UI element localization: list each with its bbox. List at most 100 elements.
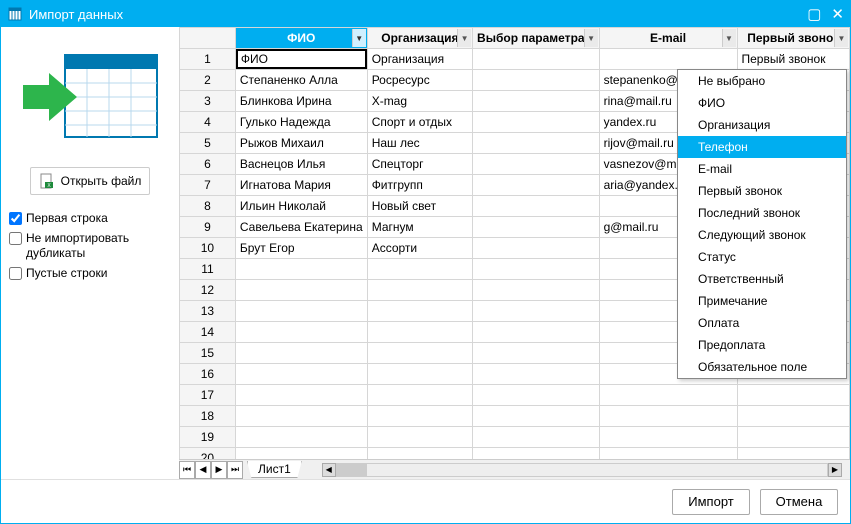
header-email[interactable]: E-mail▼ (599, 28, 737, 49)
hscroll-thumb[interactable] (337, 464, 367, 476)
cell-org[interactable] (367, 343, 472, 364)
cell-param[interactable] (473, 217, 600, 238)
cell-fio[interactable] (235, 322, 367, 343)
table-row[interactable]: 19 (180, 427, 850, 448)
cell-param[interactable] (473, 448, 600, 460)
checkbox-no-duplicates[interactable]: Не импортировать дубликаты (9, 231, 171, 260)
cell-fio[interactable] (235, 406, 367, 427)
cell-param[interactable] (473, 196, 600, 217)
table-row[interactable]: 20 (180, 448, 850, 460)
header-param[interactable]: Выбор параметра...▼ (473, 28, 600, 49)
cell-org[interactable] (367, 364, 472, 385)
cell-email[interactable] (599, 448, 737, 460)
dropdown-firstcall-icon[interactable]: ▼ (834, 29, 848, 47)
cell-param[interactable] (473, 343, 600, 364)
param-dropdown[interactable]: Не выбраноФИООрганизацияТелефонE-mailПер… (677, 69, 847, 379)
cell-email[interactable] (599, 49, 737, 70)
cancel-button[interactable]: Отмена (760, 489, 838, 515)
dropdown-org-icon[interactable]: ▼ (457, 29, 471, 47)
cell-org[interactable] (367, 427, 472, 448)
cell-org[interactable] (367, 301, 472, 322)
cell-fio[interactable]: Савельева Екатерина (235, 217, 367, 238)
cell-org[interactable]: Магнум (367, 217, 472, 238)
dropdown-item[interactable]: Оплата (678, 312, 846, 334)
checkbox-first-row[interactable]: Первая строка (9, 211, 171, 225)
table-row[interactable]: 1ОрганизацияПервый звонок (180, 49, 850, 70)
cell-param[interactable] (473, 280, 600, 301)
maximize-button[interactable]: ▢ (807, 5, 821, 23)
dropdown-item[interactable]: Организация (678, 114, 846, 136)
header-firstcall[interactable]: Первый звонок▼ (737, 28, 850, 49)
cell-param[interactable] (473, 427, 600, 448)
cell-fio[interactable] (235, 49, 367, 70)
dropdown-item[interactable]: Следующий звонок (678, 224, 846, 246)
cell-org[interactable] (367, 448, 472, 460)
sheet-nav-prev-icon[interactable]: ◀ (195, 461, 211, 479)
cell-email[interactable] (599, 427, 737, 448)
hscroll-left-icon[interactable]: ◀ (322, 463, 336, 477)
cell-param[interactable] (473, 301, 600, 322)
dropdown-item[interactable]: Телефон (678, 136, 846, 158)
header-org[interactable]: Организация▼ (367, 28, 472, 49)
dropdown-email-icon[interactable]: ▼ (722, 29, 736, 47)
cell-email[interactable] (599, 385, 737, 406)
cell-email[interactable] (599, 406, 737, 427)
dropdown-param-icon[interactable]: ▼ (584, 29, 598, 47)
dropdown-item[interactable]: Ответственный (678, 268, 846, 290)
dropdown-item[interactable]: Первый звонок (678, 180, 846, 202)
cell-param[interactable] (473, 385, 600, 406)
cell-org[interactable]: Фитгрупп (367, 175, 472, 196)
sheet-tab[interactable]: Лист1 (247, 461, 302, 478)
cell-fio[interactable]: Игнатова Мария (235, 175, 367, 196)
cell-first[interactable] (737, 427, 850, 448)
checkbox-empty-rows-input[interactable] (9, 267, 22, 280)
cell-fio[interactable]: Блинкова Ирина (235, 91, 367, 112)
sheet-nav-last-icon[interactable]: ⏭ (227, 461, 243, 479)
cell-first[interactable]: Первый звонок (737, 49, 850, 70)
cell-fio[interactable] (235, 343, 367, 364)
cell-org[interactable] (367, 259, 472, 280)
cell-fio[interactable]: Гулько Надежда (235, 112, 367, 133)
cell-org[interactable]: Новый свет (367, 196, 472, 217)
cell-param[interactable] (473, 322, 600, 343)
table-row[interactable]: 18 (180, 406, 850, 427)
cell-fio[interactable]: Васнецов Илья (235, 154, 367, 175)
cell-fio[interactable]: Степаненко Алла (235, 70, 367, 91)
cell-param[interactable] (473, 406, 600, 427)
cell-org[interactable]: Спецторг (367, 154, 472, 175)
cell-fio[interactable]: Рыжов Михаил (235, 133, 367, 154)
cell-fio[interactable]: Ильин Николай (235, 196, 367, 217)
cell-param[interactable] (473, 133, 600, 154)
cell-first[interactable] (737, 406, 850, 427)
dropdown-item[interactable]: Не выбрано (678, 70, 846, 92)
cell-fio[interactable] (235, 280, 367, 301)
cell-org[interactable]: X-mag (367, 91, 472, 112)
open-file-button[interactable]: X Открыть файл (30, 167, 151, 195)
cell-first[interactable] (737, 448, 850, 460)
cell-org[interactable] (367, 406, 472, 427)
cell-param[interactable] (473, 238, 600, 259)
cell-param[interactable] (473, 154, 600, 175)
import-button[interactable]: Импорт (672, 489, 750, 515)
cell-first[interactable] (737, 385, 850, 406)
dropdown-item[interactable]: Обязательное поле (678, 356, 846, 378)
cell-editor-input[interactable] (236, 49, 367, 69)
cell-fio[interactable] (235, 259, 367, 280)
dropdown-item[interactable]: Предоплата (678, 334, 846, 356)
dropdown-item[interactable]: E-mail (678, 158, 846, 180)
dropdown-item[interactable]: Статус (678, 246, 846, 268)
cell-org[interactable]: Организация (367, 49, 472, 70)
cell-org[interactable] (367, 322, 472, 343)
table-row[interactable]: 17 (180, 385, 850, 406)
checkbox-empty-rows[interactable]: Пустые строки (9, 266, 171, 280)
checkbox-first-row-input[interactable] (9, 212, 22, 225)
cell-org[interactable]: Росресурс (367, 70, 472, 91)
hscroll-right-icon[interactable]: ▶ (828, 463, 842, 477)
cell-org[interactable] (367, 280, 472, 301)
checkbox-no-duplicates-input[interactable] (9, 232, 22, 245)
cell-org[interactable]: Спорт и отдых (367, 112, 472, 133)
sheet-nav-first-icon[interactable]: ⏮ (179, 461, 195, 479)
cell-org[interactable] (367, 385, 472, 406)
dropdown-fio-icon[interactable]: ▼ (352, 29, 366, 47)
cell-param[interactable] (473, 364, 600, 385)
